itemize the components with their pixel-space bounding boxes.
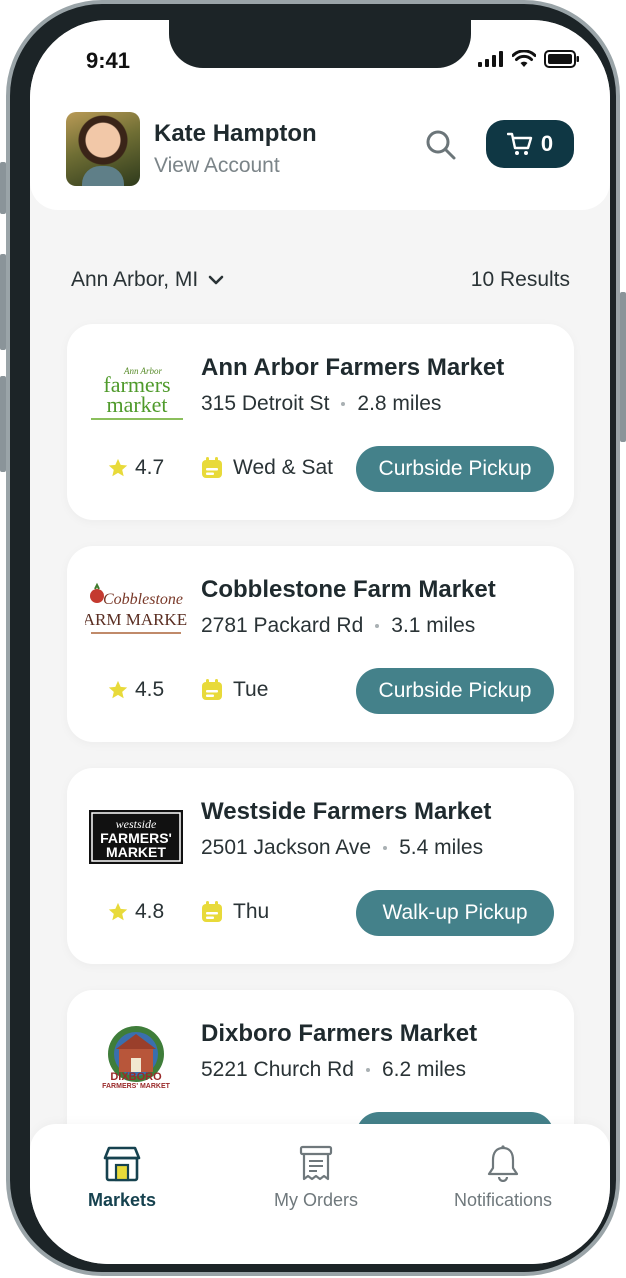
results-count: 10 Results [470,268,570,291]
market-address: 5221 Church Rd [201,1058,354,1081]
notch [169,20,471,68]
phone-frame: 9:41 Kate Hampton View Account 0 Ann Arb… [6,0,620,1276]
location-label: Ann Arbor, MI [71,268,199,291]
bell-icon [487,1145,519,1182]
tab-label: Markets [88,1190,157,1210]
dixboro-market-logo: DIXBORO FARMERS' MARKET [102,1026,171,1090]
cart-icon [506,132,533,155]
market-distance: 6.2 miles [381,1058,466,1081]
tab-notifications[interactable]: Notifications [454,1144,552,1211]
market-days: Tue [201,678,268,702]
market-address-row: 5221 Church Rd 6.2 miles [201,1058,466,1082]
view-account-link[interactable]: View Account [154,154,280,178]
market-card[interactable]: Ann Arbor farmers market Ann Arbor Farme… [67,324,574,520]
market-name: Ann Arbor Farmers Market [201,354,505,381]
market-name: Dixboro Farmers Market [201,1020,478,1047]
market-card[interactable]: westside FARMERS' MARKET Westside Farmer… [67,768,574,964]
battery-icon [544,50,579,68]
market-address: 2781 Packard Rd [201,614,364,637]
market-address-row: 2501 Jackson Ave 5.4 miles [201,836,483,860]
user-name: Kate Hampton [154,120,317,147]
separator-dot [341,402,346,406]
bottom-tab-bar: Markets My Orders Notifications [30,1124,610,1264]
days-label: Tue [233,678,269,701]
days-label: Thu [233,900,270,923]
star-icon [108,902,128,921]
market-card[interactable]: Cobblestone FARM MARKET Cobblestone Farm… [67,546,574,742]
market-distance: 3.1 miles [391,614,476,637]
signal-icon [478,51,503,67]
avatar[interactable] [66,112,140,186]
power-button [620,292,626,442]
market-address-row: 2781 Packard Rd 3.1 miles [201,614,475,638]
cobblestone-market-logo: Cobblestone FARM MARKET [85,582,187,634]
tab-markets[interactable]: Markets [88,1144,156,1211]
market-distance: 2.8 miles [357,392,442,415]
rating-value: 4.8 [135,900,165,923]
separator-dot [365,1068,370,1072]
market-days: Thu [201,900,269,924]
market-distance: 5.4 miles [399,836,484,859]
market-name: Westside Farmers Market [201,798,492,825]
ann-arbor-market-logo: Ann Arbor farmers market [91,366,183,420]
market-rating: 4.7 [107,456,164,480]
account-header: 9:41 Kate Hampton View Account 0 [30,20,610,210]
pickup-button[interactable]: Walk-up Pickup [356,890,554,936]
logo-line-3: market [106,392,167,417]
tab-label: Notifications [454,1190,553,1210]
star-icon [108,458,128,477]
calendar-icon [202,457,222,478]
calendar-icon [202,679,222,700]
receipt-icon [299,1145,333,1181]
market-days: Wed & Sat [201,456,333,480]
pickup-button[interactable]: Curbside Pickup [356,668,554,714]
tab-label: My Orders [274,1190,359,1210]
status-time: 9:41 [86,48,131,73]
chevron-down-icon [208,275,224,285]
app-screen: 9:41 Kate Hampton View Account 0 Ann Arb… [30,20,610,1264]
logo-line-2: FARM MARKET [85,610,187,629]
logo-line-1: DIXBORO [110,1071,162,1083]
rating-value: 4.5 [135,678,165,701]
market-address-row: 315 Detroit St 2.8 miles [201,392,441,416]
status-icons [478,50,580,68]
logo-line-2: FARMERS' MARKET [102,1083,170,1090]
days-label: Wed & Sat [233,456,333,479]
logo-line-3: MARKET [106,844,166,860]
storefront-icon [103,1146,141,1182]
logo-line-1: westside [116,817,157,831]
market-rating: 4.5 [107,678,164,702]
pickup-button[interactable]: Curbside Pickup [356,446,554,492]
tab-my-orders[interactable]: My Orders [274,1144,358,1211]
rating-value: 4.7 [135,456,165,479]
market-address: 315 Detroit St [201,392,330,415]
location-selector[interactable]: Ann Arbor, MI [71,268,224,292]
cart-button[interactable]: 0 [486,120,574,168]
westside-market-logo: westside FARMERS' MARKET [89,810,183,864]
separator-dot [383,846,388,850]
market-rating: 4.8 [107,900,164,924]
star-icon [108,680,128,699]
search-icon[interactable] [424,128,458,162]
cart-count: 0 [540,131,554,156]
wifi-icon [512,50,536,67]
calendar-icon [202,901,222,922]
market-address: 2501 Jackson Ave [201,836,372,859]
separator-dot [375,624,380,628]
logo-line-1: Cobblestone [103,591,183,608]
market-name: Cobblestone Farm Market [201,576,496,603]
